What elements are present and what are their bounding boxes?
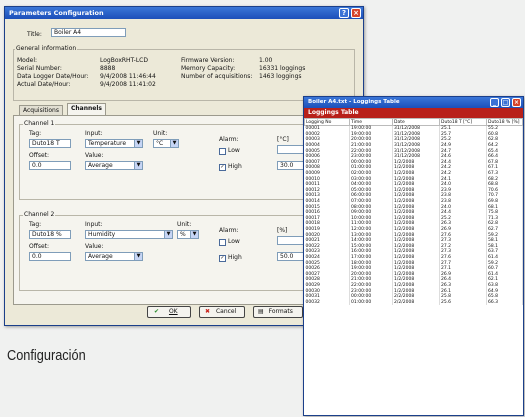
channel-1-high-label: High [228,163,242,170]
channel-2-offset-label: Offset: [29,243,50,250]
channel-2-input-label: Input: [85,221,103,228]
channel-1-low-label: Low [228,147,240,154]
channel-1-label: Channel 1 [23,120,56,127]
channel-1-value-value: Average [88,162,113,169]
table-row[interactable]: 00032 01:00:00 2/2/2008 25.6 66.3 [304,299,523,305]
cancel-button[interactable]: ✖ Cancel [199,306,245,318]
cancel-x-icon: ✖ [205,308,211,315]
loggings-table-header: Loggings Table [304,108,523,118]
channel-1-input-select[interactable]: Temperature ▼ [85,139,143,148]
channel-1-value-label: Value: [85,152,104,159]
info-label-logger-date: Data Logger Date/Hour: [17,73,89,80]
title-label: Title: [27,31,42,38]
loggings-close-button[interactable]: × [512,98,521,107]
loggings-table-window: Boiler A4.txt - Loggings Table _ □ × Log… [303,96,524,416]
column-date[interactable]: Date [392,118,440,126]
channel-1-tag-input[interactable]: Duto18 T [29,139,71,148]
config-window-title: Parameters Configuration [9,9,104,17]
chevron-down-icon: ▼ [190,231,198,238]
info-label-actual-date: Actual Date/Hour: [17,81,71,88]
channel-2-value-select[interactable]: Average ▼ [85,252,143,261]
channel-2-unit-label: Unit: [177,221,192,228]
channel-2-low-checkbox[interactable] [219,239,226,246]
channel-2-high-label: High [228,254,242,261]
info-value-model: LogBoxRHT-LCD [100,57,148,64]
info-label-acquisitions: Number of acquisitions: [181,73,253,80]
chevron-down-icon: ▼ [134,253,142,260]
table-cell: 25.6 [439,299,487,305]
channel-2-alarm-unit: [%] [277,227,288,234]
channel-1-low-checkbox[interactable] [219,148,226,155]
channel-1-high-checkbox[interactable]: ✓ [219,164,226,171]
close-button[interactable]: × [351,8,361,18]
loggings-table-body: 00001 19:00:00 31/12/2008 25.1 55.2 00002 19:0… [304,125,523,305]
help-button[interactable]: ? [339,8,349,18]
channel-2-low-label: Low [228,238,240,245]
channel-1-input-label: Input: [85,130,103,137]
info-value-actual-date: 9/4/2008 11:41:02 [100,81,156,88]
channel-2-tag-label: Tag: [29,221,42,228]
table-cell: 01:00:00 [349,299,393,305]
ok-button-label: OK [168,308,178,315]
channel-1-tag-label: Tag: [29,130,42,137]
formats-button-label: Formats [268,308,293,315]
table-cell: 66.3 [486,299,523,305]
channel-1-alarm-label: Alarm: [219,136,239,143]
info-value-logger-date: 9/4/2008 11:46:44 [100,73,156,80]
channel-1-input-value: Temperature [88,140,127,147]
info-label-firmware: Firmware Version: [181,57,235,64]
formats-button[interactable]: ▤ Formats [253,306,303,318]
channel-2-value-value: Average [88,253,113,260]
caption: Configuración [7,347,86,364]
channel-2-tag-input[interactable]: Duto18 % [29,230,71,239]
channel-2-value-label: Value: [85,243,104,250]
channel-1-offset-label: Offset: [29,152,50,159]
title-input[interactable]: Boiler A4 [51,28,126,37]
loggings-table: Logging No Time Date Duto18 T [°C] Duto1… [304,118,523,305]
column-temperature[interactable]: Duto18 T [°C] [439,118,487,126]
info-label-memory: Memory Capacity: [181,65,236,72]
ok-button[interactable]: ✔ OK [147,306,191,318]
loggings-window-title: Boiler A4.txt - Loggings Table [308,99,400,105]
table-header-row: Logging No Time Date Duto18 T [°C] Duto1… [304,118,523,126]
channel-1-unit-label: Unit: [153,130,168,137]
channel-2-input-select[interactable]: Humidity ▼ [85,230,173,239]
channel-2-offset-input[interactable]: 0.0 [29,252,71,261]
info-label-serial: Serial Number: [17,65,62,72]
channel-1-unit-select[interactable]: °C ▼ [153,139,179,148]
info-label-model: Model: [17,57,38,64]
channel-2-unit-select[interactable]: % ▼ [177,230,199,239]
channel-1-offset-input[interactable]: 0.0 [29,161,71,170]
formats-icon: ▤ [258,308,264,315]
channel-2-input-value: Humidity [88,231,116,238]
info-value-serial: 8888 [100,65,116,72]
channel-1-value-select[interactable]: Average ▼ [85,161,143,170]
channel-1-unit-value: °C [156,140,164,147]
column-logging-no[interactable]: Logging No [304,118,350,126]
chevron-down-icon: ▼ [134,162,142,169]
info-value-memory: 16331 loggings [259,65,306,72]
info-value-acquisitions: 1463 loggings [259,73,302,80]
channel-1-alarm-unit: [°C] [277,136,289,143]
chevron-down-icon: ▼ [134,140,142,147]
minimize-button[interactable]: _ [490,98,499,107]
channel-2-alarm-label: Alarm: [219,227,239,234]
general-information-label: General information [15,45,78,52]
info-value-firmware: 1.00 [259,57,273,64]
column-time[interactable]: Time [349,118,393,126]
channel-2-high-checkbox[interactable]: ✓ [219,255,226,262]
cancel-button-label: Cancel [215,308,237,315]
chevron-down-icon: ▼ [164,231,172,238]
channel-2-label: Channel 2 [23,211,56,218]
channel-2-unit-value: % [180,231,186,238]
column-humidity[interactable]: Duto18 % [%] [486,118,523,126]
table-cell: 00032 [304,299,350,305]
check-icon: ✔ [154,308,160,315]
table-cell: 2/2/2008 [392,299,440,305]
maximize-button[interactable]: □ [501,98,510,107]
chevron-down-icon: ▼ [170,140,178,147]
config-title-bar[interactable]: Parameters Configuration ? × [5,7,363,19]
loggings-title-bar[interactable]: Boiler A4.txt - Loggings Table _ □ × [304,97,523,108]
